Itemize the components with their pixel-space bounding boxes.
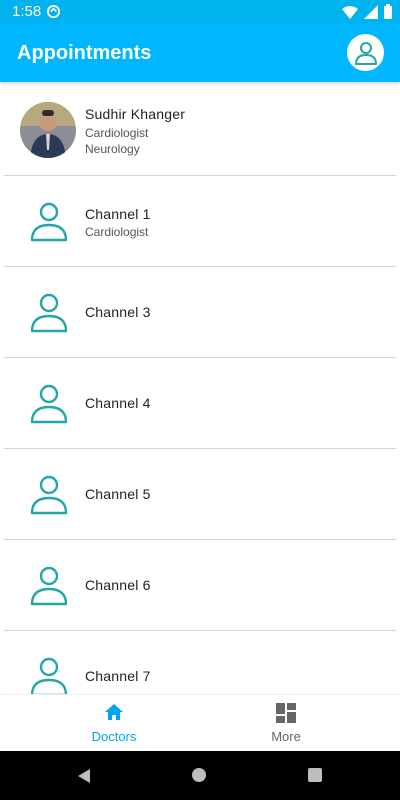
doctor-list: Sudhir Khanger Cardiologist Neurology Ch… — [0, 84, 400, 694]
list-item[interactable]: Channel 4 — [4, 358, 396, 449]
sync-icon — [46, 4, 61, 24]
dashboard-icon — [276, 703, 296, 723]
user-icon — [30, 293, 68, 333]
doctor-name: Channel 5 — [85, 486, 151, 502]
user-icon — [30, 202, 68, 242]
doctor-name: Sudhir Khanger — [85, 106, 186, 122]
doctor-photo — [20, 102, 76, 158]
tab-doctors-label: Doctors — [91, 729, 137, 744]
recents-icon[interactable] — [308, 768, 322, 782]
list-item[interactable]: Channel 6 — [4, 540, 396, 631]
battery-icon — [384, 4, 392, 24]
doctor-name: Channel 3 — [85, 304, 151, 320]
list-item[interactable]: Sudhir Khanger Cardiologist Neurology — [4, 84, 396, 176]
user-icon — [30, 475, 68, 515]
doctor-name: Channel 4 — [85, 395, 151, 411]
system-navigation-bar — [0, 751, 400, 800]
back-icon[interactable] — [76, 768, 92, 784]
wifi-icon — [342, 5, 358, 24]
user-icon — [354, 41, 377, 65]
bottom-navigation: Doctors More — [0, 694, 400, 752]
doctor-department: Neurology — [85, 142, 140, 156]
tab-more-label: More — [271, 729, 301, 744]
home-button-icon[interactable] — [192, 768, 206, 782]
status-time: 1:58 — [12, 3, 42, 20]
home-icon — [105, 704, 123, 720]
tab-more[interactable]: More — [186, 695, 386, 752]
doctor-name: Channel 1 — [85, 206, 151, 222]
list-item[interactable]: Channel 1 Cardiologist — [4, 176, 396, 267]
list-item[interactable]: Channel 7 — [4, 631, 396, 694]
doctor-name: Channel 7 — [85, 668, 151, 684]
doctor-specialty: Cardiologist — [85, 225, 149, 239]
tab-doctors[interactable]: Doctors — [14, 695, 214, 752]
signal-icon — [364, 4, 378, 24]
doctor-specialty: Cardiologist — [85, 126, 149, 140]
page-title: Appointments — [17, 42, 152, 64]
app-bar: Appointments — [0, 24, 400, 82]
doctor-name: Channel 6 — [85, 577, 151, 593]
list-item[interactable]: Channel 3 — [4, 267, 396, 358]
list-item[interactable]: Channel 5 — [4, 449, 396, 540]
user-icon — [30, 657, 68, 694]
profile-button[interactable] — [347, 34, 384, 71]
user-icon — [30, 566, 68, 606]
user-icon — [30, 384, 68, 424]
status-bar: 1:58 — [0, 0, 400, 24]
